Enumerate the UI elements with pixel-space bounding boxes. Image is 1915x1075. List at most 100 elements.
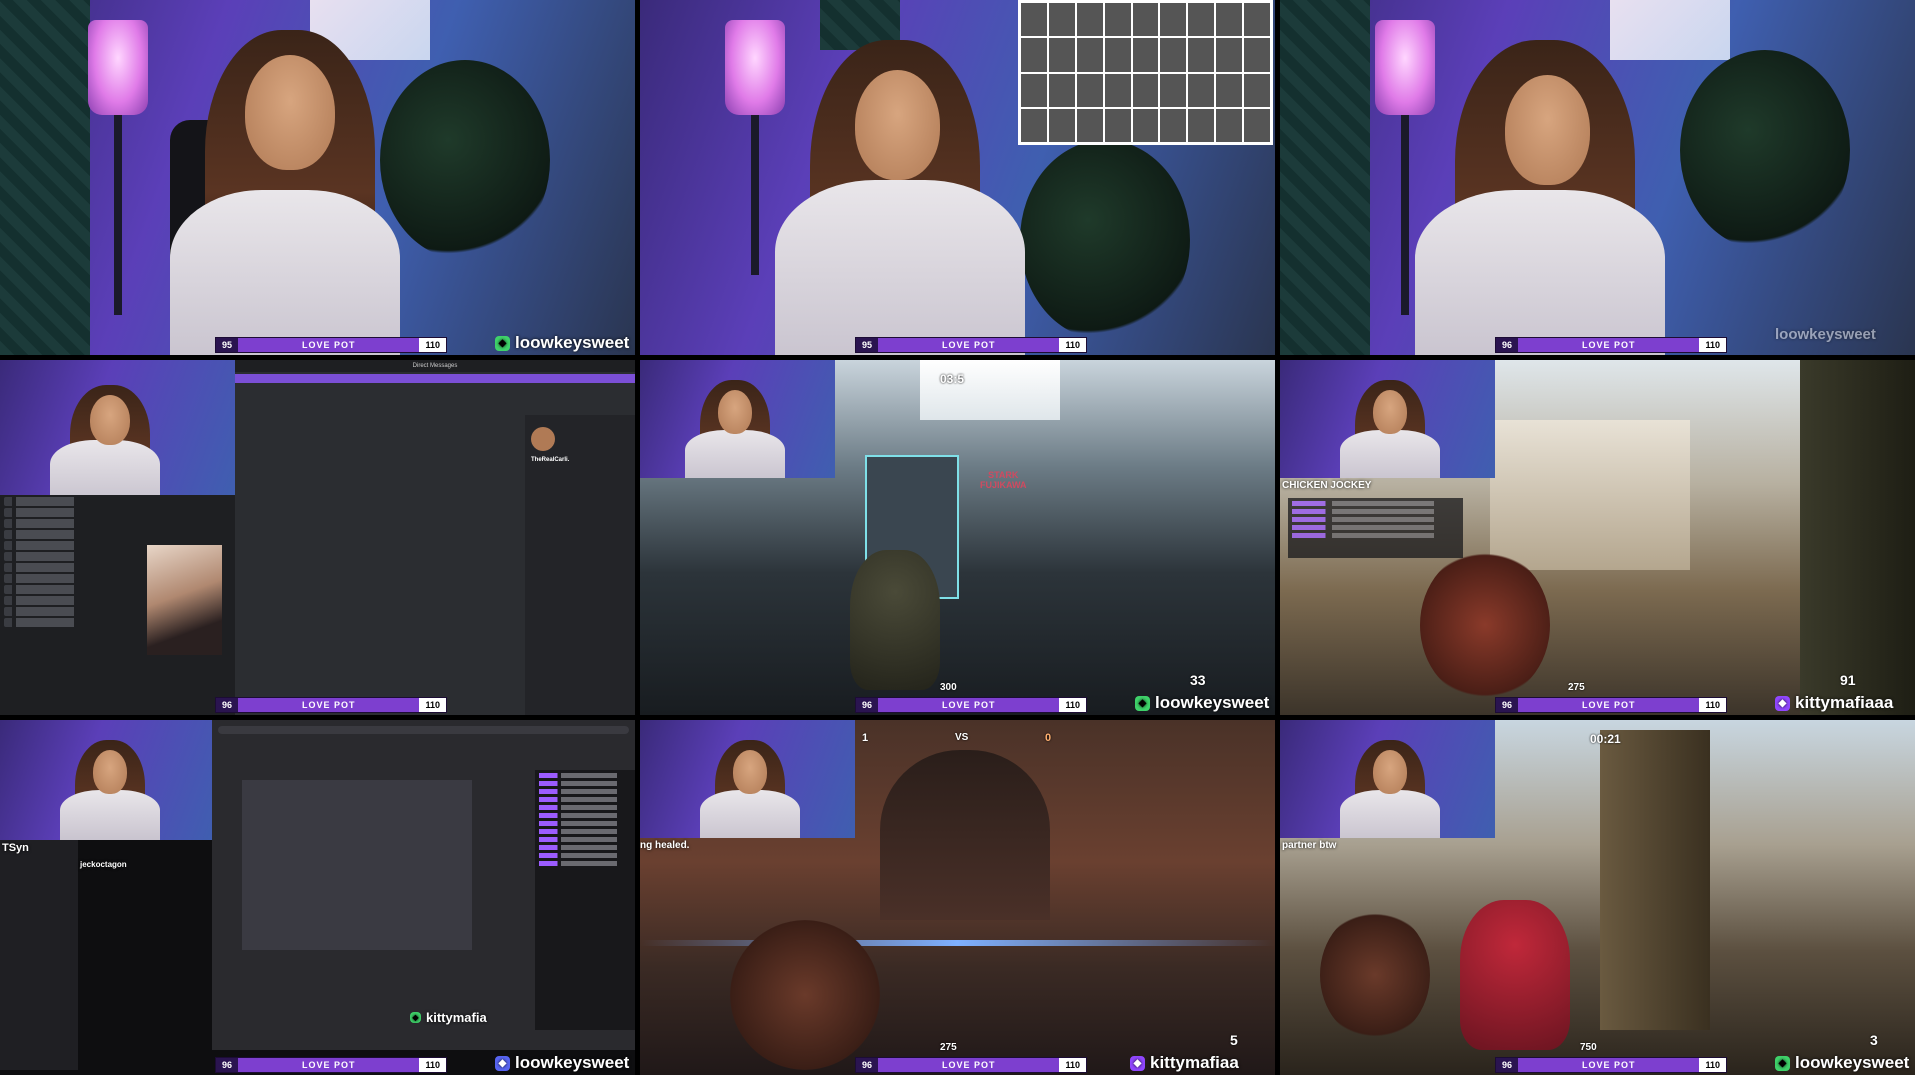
discord-badge-icon: ◆ bbox=[495, 1055, 510, 1071]
tile-7-browser[interactable]: TSyn jeckoctagon ◆ kittymafia 96 LOVE PO… bbox=[0, 720, 635, 1075]
face bbox=[245, 55, 335, 170]
face bbox=[1505, 75, 1590, 185]
plant bbox=[1020, 140, 1190, 340]
bar-label: LOVE POT bbox=[301, 340, 356, 350]
acoustic-foam bbox=[1280, 0, 1370, 355]
tile-8-game-arena[interactable]: ng healed. 1 VS 0 275 5 96 LOVE POT 110 … bbox=[640, 720, 1275, 1075]
bar-label: LOVE POT bbox=[941, 340, 996, 350]
bar-right-value: 110 bbox=[419, 698, 446, 712]
webcam-inset bbox=[0, 720, 215, 840]
archway bbox=[880, 750, 1050, 920]
tile-9-game-street[interactable]: partner btw 00:21 750 3 96 LOVE POT 110 … bbox=[1280, 720, 1915, 1075]
wall-pillar bbox=[1800, 360, 1915, 715]
tile-4-discord[interactable]: Direct Messages TheRealCarli. 96 LOVE PO… bbox=[0, 360, 635, 715]
bar-right-value: 110 bbox=[1059, 338, 1086, 352]
bar-label: LOVE POT bbox=[1581, 1060, 1636, 1070]
bar-right-value: 110 bbox=[1699, 1058, 1726, 1072]
streamer-handle: ◆ loowkeysweet bbox=[1135, 693, 1269, 713]
bar-left-value: 96 bbox=[1496, 338, 1519, 352]
profile-name: TheRealCarli. bbox=[531, 457, 570, 463]
image-collage-window[interactable] bbox=[1018, 0, 1273, 145]
handle-text: kittymafiaa bbox=[1150, 1053, 1239, 1072]
health-readout: 300 bbox=[940, 682, 957, 693]
match-timer: 03:5 bbox=[940, 372, 965, 386]
bar-label: LOVE POT bbox=[941, 1060, 996, 1070]
hero-character-red bbox=[1460, 900, 1570, 1050]
streamer-handle: ◆ loowkeysweet bbox=[495, 1053, 629, 1073]
hero-character bbox=[850, 550, 940, 690]
bar-label: LOVE POT bbox=[301, 1060, 356, 1070]
twitch-badge-icon: ◆ bbox=[1130, 1055, 1145, 1071]
team-score-left: 1 bbox=[862, 732, 869, 744]
bar-left-value: 96 bbox=[1496, 1058, 1519, 1072]
plant bbox=[1680, 50, 1850, 250]
discord-server-list[interactable] bbox=[0, 495, 125, 705]
hero-character bbox=[1420, 550, 1550, 700]
profile-panel: TheRealCarli. bbox=[525, 415, 635, 715]
bar-label: LOVE POT bbox=[301, 700, 356, 710]
face bbox=[855, 70, 940, 180]
building-wall bbox=[1600, 730, 1710, 1030]
streamer-handle: loowkeysweet bbox=[1775, 326, 1876, 343]
tile-6-game-city[interactable]: CHICKEN JOCKEY 275 91 96 LOVE POT 110 ◆ … bbox=[1280, 360, 1915, 715]
nested-stream-preview bbox=[242, 780, 472, 950]
ceiling-light bbox=[920, 360, 1060, 420]
channel-name: jeckoctagon bbox=[80, 860, 127, 869]
tile-2-webcam[interactable]: 95 LOVE POT 110 bbox=[640, 0, 1275, 355]
love-pot-bar: 96 LOVE POT 110 bbox=[1495, 697, 1727, 713]
health-readout: 750 bbox=[1580, 1042, 1597, 1053]
bar-left-value: 96 bbox=[856, 1058, 879, 1072]
handle-badge-icon: ◆ bbox=[1775, 1055, 1790, 1071]
bar-label: LOVE POT bbox=[1581, 340, 1636, 350]
bar-right-value: 110 bbox=[1699, 698, 1726, 712]
bar-left-value: 95 bbox=[856, 338, 879, 352]
lamp-stand bbox=[751, 115, 759, 275]
lava-lamp-icon bbox=[88, 20, 148, 115]
shared-photo[interactable] bbox=[147, 545, 222, 655]
bar-right-value: 110 bbox=[1059, 1058, 1086, 1072]
handle-badge-icon: ◆ bbox=[1135, 695, 1150, 711]
love-pot-bar: 96 LOVE POT 110 bbox=[1495, 337, 1727, 353]
bar-right-value: 110 bbox=[419, 338, 446, 352]
handle-text: loowkeysweet bbox=[1155, 693, 1270, 712]
discord-window[interactable]: Direct Messages TheRealCarli. bbox=[147, 360, 635, 715]
wall-poster bbox=[1610, 0, 1730, 60]
lamp-stand bbox=[114, 115, 122, 315]
address-bar[interactable] bbox=[218, 726, 629, 734]
bar-left-value: 96 bbox=[1496, 698, 1519, 712]
streamer-handle: ◆ kittymafiaa bbox=[1130, 1053, 1239, 1073]
shirt bbox=[170, 190, 400, 355]
handle-text: kittymafia bbox=[426, 1010, 487, 1025]
tile-5-game-scifi[interactable]: STARK FUJIKAWA 03:5 300 33 96 LOVE POT 1… bbox=[640, 360, 1275, 715]
webcam-inset bbox=[640, 360, 835, 478]
ult-charge: 91 bbox=[1840, 672, 1856, 688]
tile-1-webcam[interactable]: 95 LOVE POT 110 ◆ loowkeysweet bbox=[0, 0, 635, 355]
lamp-stand bbox=[1401, 115, 1409, 315]
webcam-inset bbox=[1280, 360, 1495, 478]
browser-window[interactable] bbox=[212, 720, 635, 1050]
twitch-chat bbox=[535, 770, 635, 1030]
stream-clip-grid: 95 LOVE POT 110 ◆ loowkeysweet 95 LOVE P… bbox=[0, 0, 1915, 1075]
ult-charge: 3 bbox=[1870, 1032, 1878, 1048]
webcam-inset bbox=[1280, 720, 1495, 838]
vs-label: VS bbox=[955, 732, 969, 743]
handle-text: loowkeysweet bbox=[1775, 326, 1876, 343]
streamer-mode-notice bbox=[235, 374, 635, 383]
bar-left-value: 95 bbox=[216, 338, 239, 352]
clip-caption: ng healed. bbox=[640, 840, 690, 851]
streamer-handle: ◆ kittymafiaaa bbox=[1775, 693, 1893, 713]
bar-left-value: 96 bbox=[856, 698, 879, 712]
followed-channels[interactable]: TSyn bbox=[0, 840, 78, 1070]
streamer-handle: ◆ loowkeysweet bbox=[495, 333, 629, 353]
handle-text: loowkeysweet bbox=[515, 1053, 630, 1072]
streamer-handle: ◆ loowkeysweet bbox=[1775, 1053, 1909, 1073]
team-score-right: 0 bbox=[1045, 732, 1052, 744]
handle-text: loowkeysweet bbox=[515, 333, 630, 352]
hero-character bbox=[1320, 910, 1430, 1040]
bar-label: LOVE POT bbox=[1581, 700, 1636, 710]
love-pot-bar: 96 LOVE POT 110 bbox=[215, 1057, 447, 1073]
tile-3-webcam[interactable]: 96 LOVE POT 110 loowkeysweet bbox=[1280, 0, 1915, 355]
plant bbox=[380, 60, 550, 260]
acoustic-foam bbox=[0, 0, 90, 355]
handle-text: kittymafiaaa bbox=[1795, 693, 1894, 712]
